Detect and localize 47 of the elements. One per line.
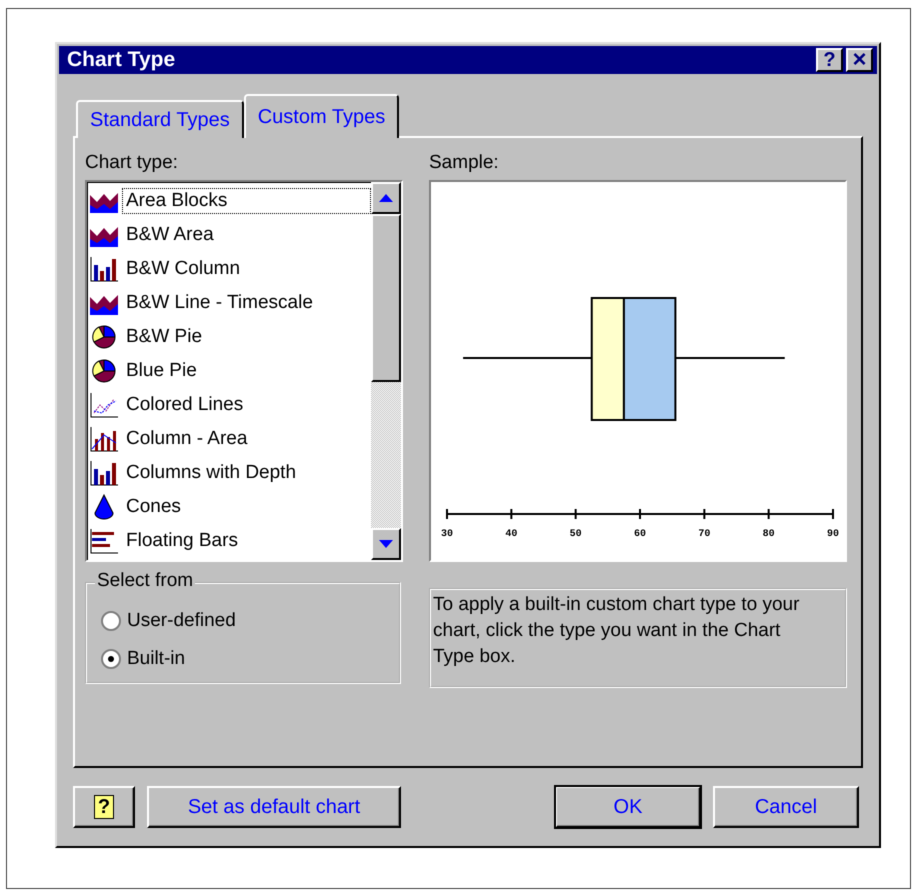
close-button[interactable]: ×	[846, 48, 873, 72]
scroll-thumb[interactable]	[371, 214, 401, 382]
list-item[interactable]: Cones	[122, 494, 185, 520]
list-item[interactable]: B&W Area	[122, 222, 218, 248]
axis-tick-label: 40	[505, 529, 518, 540]
scrollbar[interactable]	[371, 182, 401, 560]
pie-chart-icon	[90, 357, 118, 385]
tab[interactable]: Standard Types	[76, 100, 244, 138]
radio-button[interactable]	[101, 649, 121, 669]
help-button[interactable]: ?	[816, 48, 843, 72]
list-item[interactable]: B&W Pie	[122, 324, 206, 350]
scroll-down-button[interactable]	[371, 528, 401, 560]
axis-tick-label: 30	[441, 529, 453, 540]
column-chart-icon	[90, 255, 118, 283]
axis-tick-label: 50	[570, 529, 582, 540]
pie-chart-icon	[90, 323, 118, 351]
sample-label: Sample:	[429, 152, 500, 174]
column-chart-icon	[90, 459, 118, 487]
axis-tick-label: 80	[762, 529, 775, 540]
axis-tick-label: 60	[634, 529, 646, 540]
ok-button[interactable]: OK	[555, 786, 701, 828]
scroll-up-button[interactable]	[371, 182, 401, 214]
radio-button[interactable]	[101, 611, 121, 631]
list-item[interactable]: B&W Line - Timescale	[122, 290, 317, 316]
down-arrow-icon	[379, 540, 393, 548]
window-title: Chart Type	[67, 48, 176, 72]
help-button[interactable]: ?	[73, 786, 135, 828]
list-item[interactable]: Colored Lines	[122, 392, 248, 418]
column-line-chart-icon	[90, 425, 118, 453]
chart-type-label: Chart type:	[85, 152, 179, 174]
description-text: To apply a built-in custom chart type to your chart, click the type you want in the Chart Type box.	[429, 588, 847, 688]
tab[interactable]: Custom Types	[244, 94, 400, 138]
list-item[interactable]: Blue Pie	[122, 358, 201, 384]
list-item[interactable]: B&W Column	[122, 256, 244, 282]
list-item[interactable]: Area Blocks	[122, 188, 371, 214]
cancel-button[interactable]: Cancel	[713, 786, 859, 828]
bar-chart-icon	[90, 527, 118, 555]
axis-tick-label: 90	[827, 529, 839, 540]
set-default-button[interactable]: Set as default chart	[147, 786, 401, 828]
radio-option[interactable]: Built-in	[101, 640, 186, 678]
radio-option[interactable]: User-defined	[101, 602, 236, 640]
up-arrow-icon	[379, 194, 393, 202]
list-item[interactable]: Columns with Depth	[122, 460, 300, 486]
list-item[interactable]: Floating Bars	[122, 528, 242, 554]
axis-tick-label: 70	[698, 529, 710, 540]
line-chart-icon	[90, 391, 118, 419]
list-item[interactable]: Column - Area	[122, 426, 252, 452]
